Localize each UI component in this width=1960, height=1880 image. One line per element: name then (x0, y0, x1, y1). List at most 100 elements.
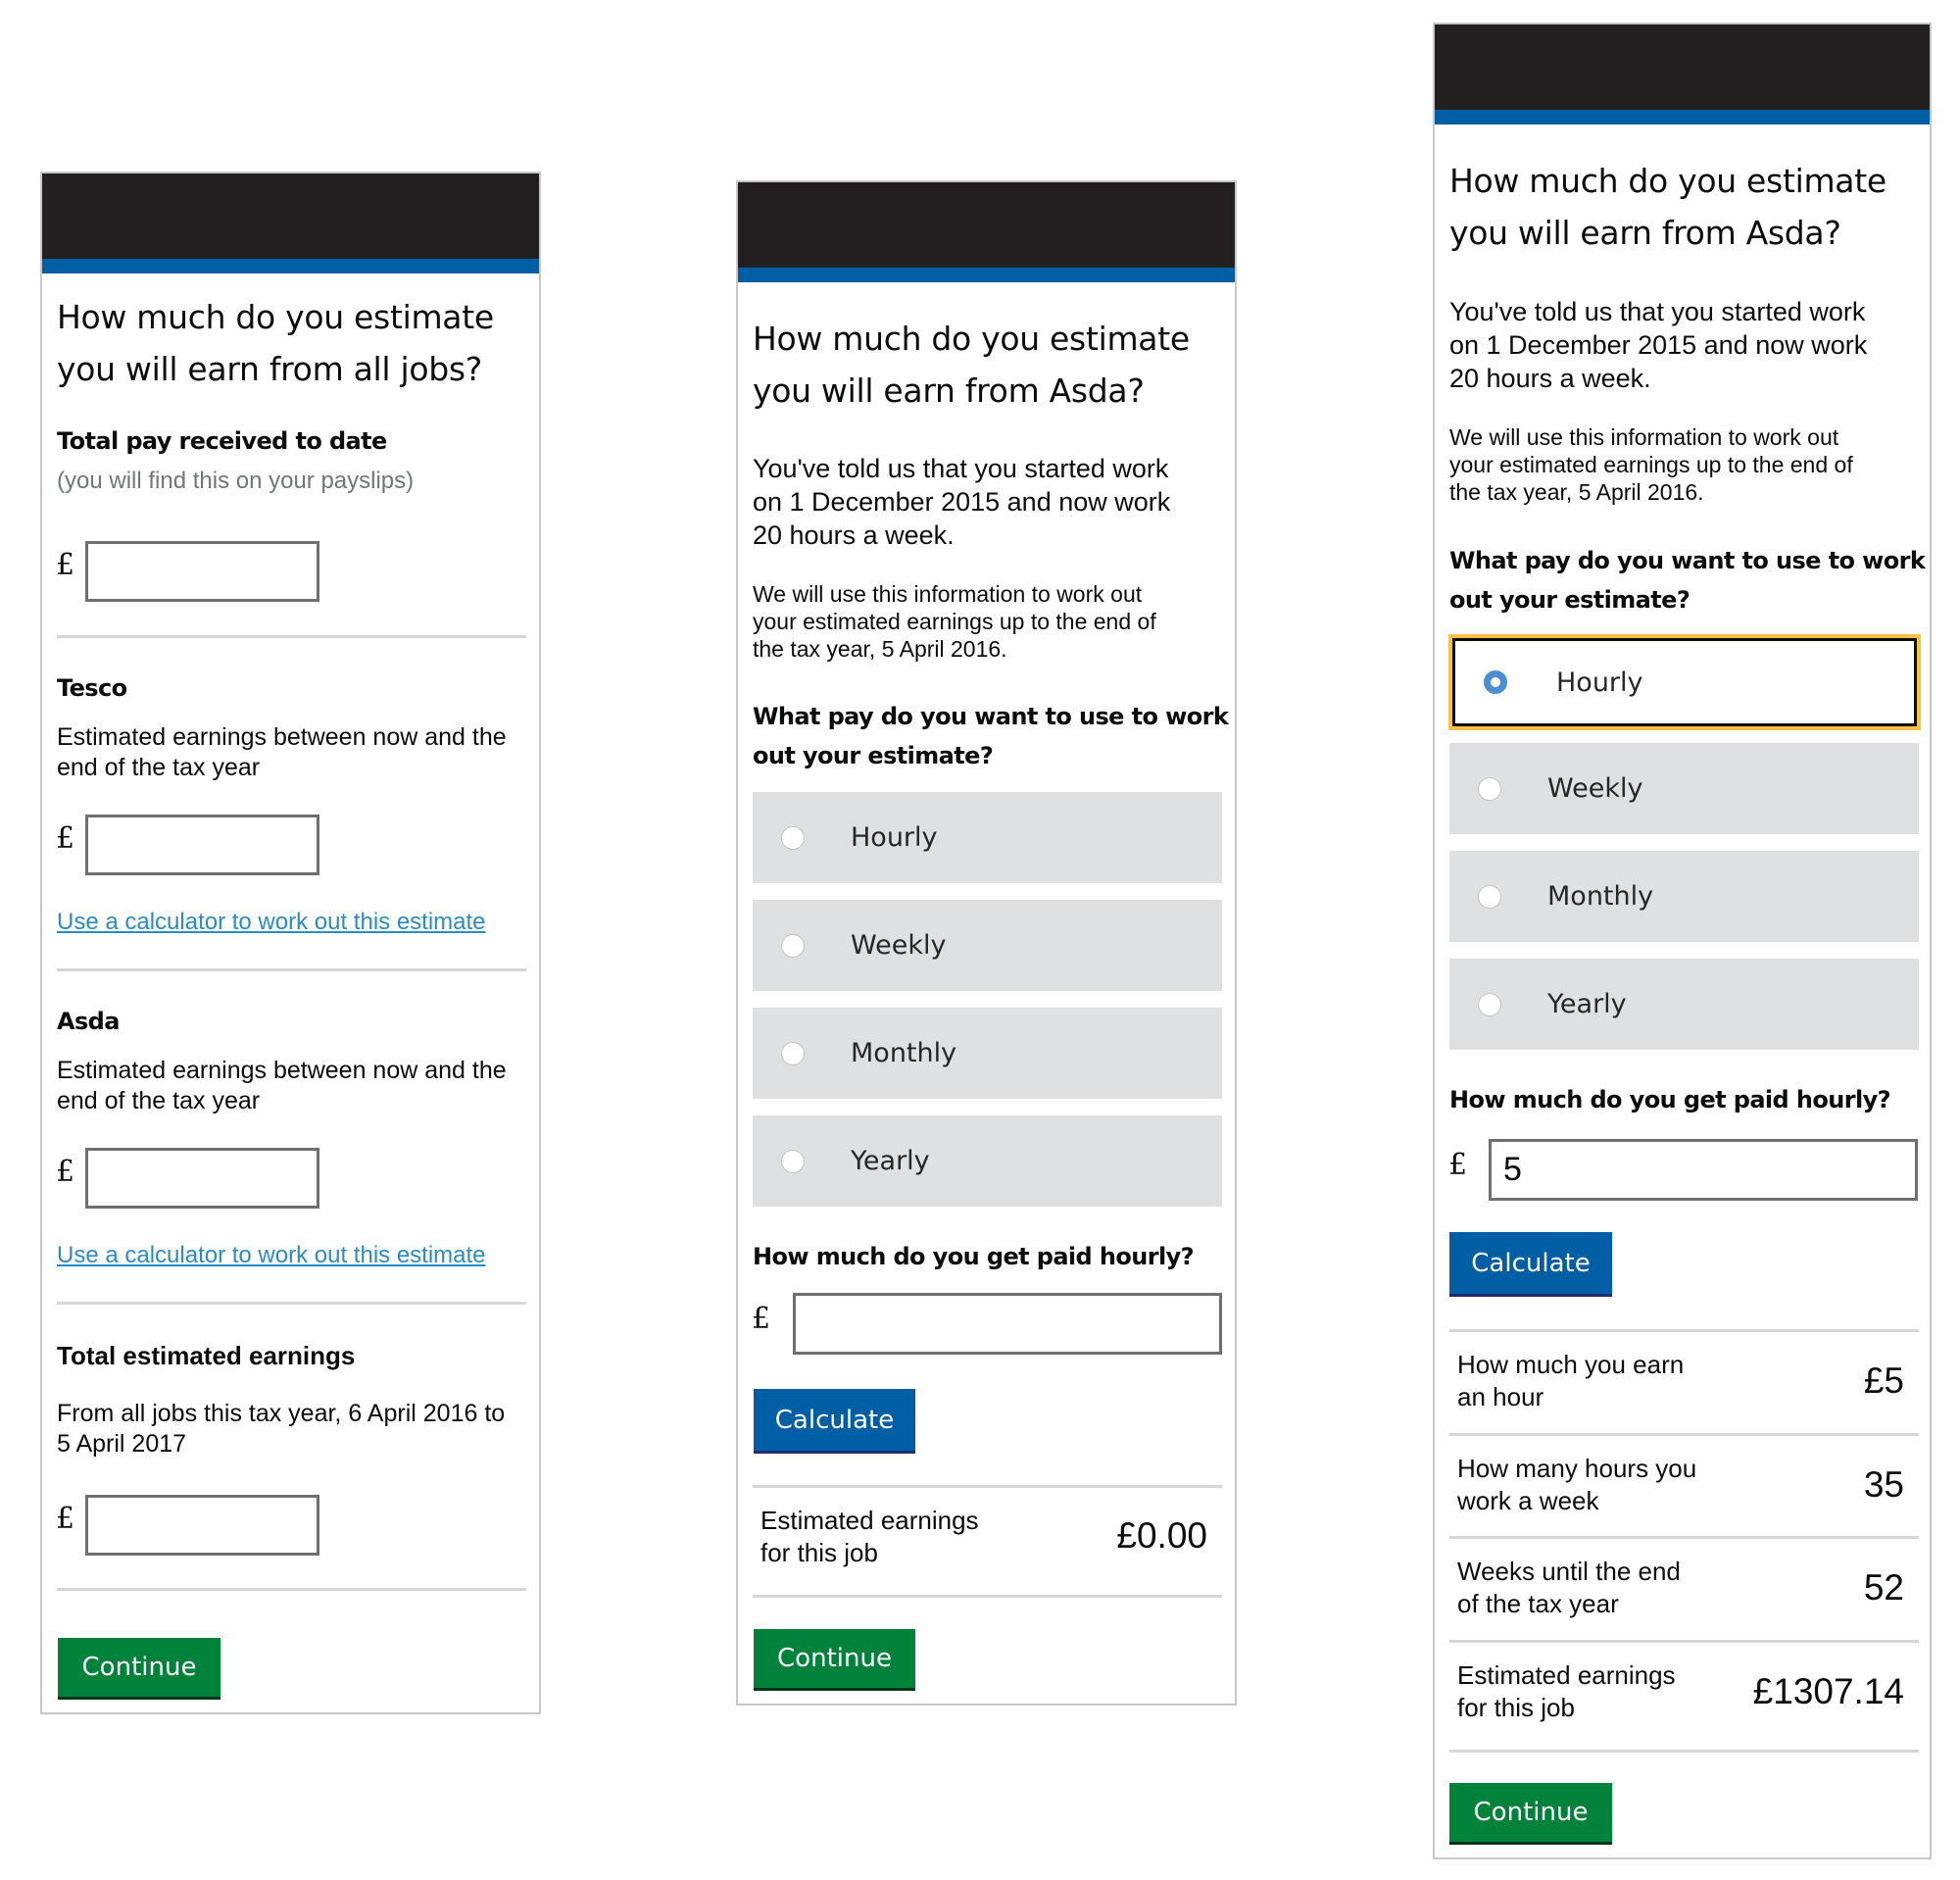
result-label-line-2: for this job (1457, 1693, 1575, 1722)
page-title-line-1: How much do you estimate (753, 320, 1190, 358)
radio-button-icon[interactable] (781, 825, 805, 850)
info-line-3: the tax year, 5 April 2016. (753, 636, 1007, 662)
asda-label: Asda (57, 1008, 120, 1035)
site-header (42, 173, 539, 259)
radio-option-weekly[interactable]: Weekly (1449, 743, 1919, 834)
currency-symbol: £ (56, 1155, 75, 1189)
site-header (1435, 25, 1930, 110)
total-estimated-description-line-2: 5 April 2017 (57, 1430, 187, 1458)
info-line-3: the tax year, 5 April 2016. (1449, 479, 1704, 505)
info-line-1: We will use this information to work out (753, 581, 1143, 607)
result-label-line-2: of the tax year (1457, 1589, 1619, 1618)
asda-description: Estimated earnings between now and the e… (57, 1056, 507, 1116)
intro-line-1: You've told us that you started work (1449, 297, 1866, 326)
radio-option-label: Hourly (851, 822, 938, 853)
asda-calculator-link[interactable]: Use a calculator to work out this estima… (57, 1242, 486, 1269)
radio-button-icon[interactable] (1478, 884, 1501, 909)
page-title: How much do you estimate you will earn f… (57, 291, 494, 395)
currency-symbol: £ (56, 548, 75, 582)
radio-option-yearly[interactable]: Yearly (753, 1115, 1222, 1207)
hourly-pay-input[interactable]: 5 (1489, 1139, 1918, 1201)
result-label-line-1: Estimated earnings (760, 1506, 979, 1535)
radio-button-icon[interactable] (781, 933, 805, 958)
radio-option-label: Weekly (1547, 773, 1643, 804)
continue-button[interactable]: Continue (754, 1629, 915, 1691)
result-label-estimated-earnings: Estimated earnings for this job (760, 1505, 979, 1569)
header-accent-bar (42, 259, 539, 273)
intro-text: You've told us that you started work on … (753, 452, 1170, 552)
intro-line-2: on 1 December 2015 and now work (1449, 330, 1868, 360)
pay-type-question-line-1: What pay do you want to use to work (753, 703, 1229, 730)
radio-button-icon[interactable] (781, 1041, 805, 1065)
tesco-earnings-input[interactable] (85, 815, 319, 875)
hourly-pay-input[interactable] (793, 1293, 1222, 1355)
continue-button[interactable]: Continue (58, 1638, 220, 1700)
info-text: We will use this information to work out… (1449, 423, 1853, 506)
result-label-line-2: for this job (760, 1538, 878, 1567)
site-header (738, 182, 1235, 268)
result-value-hourly-rate: £5 (1863, 1361, 1904, 1401)
total-pay-hint: (you will find this on your payslips) (57, 468, 415, 494)
results-divider (1449, 1750, 1919, 1753)
tesco-description: Estimated earnings between now and the e… (57, 722, 507, 783)
continue-button[interactable]: Continue (1449, 1783, 1612, 1845)
total-pay-input[interactable] (85, 541, 319, 602)
pay-type-question-line-2: out your estimate? (753, 742, 994, 769)
tesco-description-line-1: Estimated earnings between now and the (57, 723, 507, 751)
calculate-button[interactable]: Calculate (754, 1389, 915, 1454)
result-label-line-1: How much you earn (1457, 1350, 1685, 1379)
radio-button-icon[interactable] (781, 1149, 805, 1173)
radio-option-hourly[interactable]: Hourly (1448, 634, 1921, 730)
page-title-line-2: you will earn from Asda? (753, 371, 1145, 410)
tesco-label: Tesco (57, 674, 127, 702)
radio-option-monthly[interactable]: Monthly (753, 1008, 1222, 1099)
results-divider (1449, 1433, 1919, 1436)
intro-line-3: 20 hours a week. (1449, 364, 1651, 393)
tesco-calculator-link[interactable]: Use a calculator to work out this estima… (57, 909, 486, 936)
radio-button-selected-icon[interactable] (1484, 670, 1507, 694)
intro-text: You've told us that you started work on … (1449, 295, 1867, 395)
results-divider (1449, 1640, 1919, 1643)
radio-option-weekly[interactable]: Weekly (753, 900, 1222, 991)
result-value-weeks-remaining: 52 (1863, 1567, 1904, 1608)
results-divider (753, 1595, 1222, 1598)
intro-line-2: on 1 December 2015 and now work (753, 487, 1171, 517)
radio-button-icon[interactable] (1478, 992, 1501, 1016)
result-value-estimated-earnings: £0.00 (1116, 1515, 1207, 1556)
page-title: How much do you estimate you will earn f… (753, 313, 1190, 417)
radio-option-yearly[interactable]: Yearly (1449, 959, 1919, 1050)
total-estimated-description: From all jobs this tax year, 6 April 201… (57, 1399, 505, 1459)
radio-option-label: Monthly (1547, 881, 1654, 912)
info-line-1: We will use this information to work out (1449, 424, 1839, 450)
total-pay-label: Total pay received to date (57, 427, 387, 455)
currency-symbol: £ (56, 1502, 75, 1536)
result-label-line-2: an hour (1457, 1382, 1544, 1411)
section-divider (57, 968, 526, 971)
total-estimated-input[interactable] (85, 1495, 319, 1556)
result-label-line-1: Estimated earnings (1457, 1660, 1676, 1690)
radio-option-monthly[interactable]: Monthly (1449, 851, 1919, 942)
result-label-line-2: work a week (1457, 1486, 1599, 1515)
intro-line-1: You've told us that you started work (753, 454, 1169, 483)
screen-asda-estimate-calculated: How much do you estimate you will earn f… (1433, 23, 1932, 1859)
pay-type-question: What pay do you want to use to work out … (753, 697, 1229, 775)
result-label-hours-per-week: How many hours you work a week (1457, 1453, 1696, 1517)
radio-option-hourly[interactable]: Hourly (753, 792, 1222, 883)
pay-type-question-line-2: out your estimate? (1449, 586, 1690, 614)
page-title-line-1: How much do you estimate (1449, 162, 1886, 200)
header-accent-bar (738, 268, 1235, 282)
radio-button-icon[interactable] (1478, 776, 1501, 801)
screen-all-jobs: How much do you estimate you will earn f… (40, 172, 541, 1714)
asda-earnings-input[interactable] (85, 1148, 319, 1209)
section-divider (57, 1302, 526, 1305)
calculate-button[interactable]: Calculate (1449, 1232, 1612, 1297)
radio-option-label: Weekly (851, 930, 947, 961)
result-label-weeks-remaining: Weeks until the end of the tax year (1457, 1556, 1681, 1620)
radio-option-label: Hourly (1556, 667, 1643, 698)
results-divider (1449, 1536, 1919, 1539)
pay-type-question-line-1: What pay do you want to use to work (1449, 547, 1926, 574)
result-label-line-1: Weeks until the end (1457, 1557, 1681, 1586)
currency-symbol: £ (56, 821, 75, 856)
results-divider (753, 1485, 1222, 1488)
total-estimated-label: Total estimated earnings (57, 1341, 356, 1370)
